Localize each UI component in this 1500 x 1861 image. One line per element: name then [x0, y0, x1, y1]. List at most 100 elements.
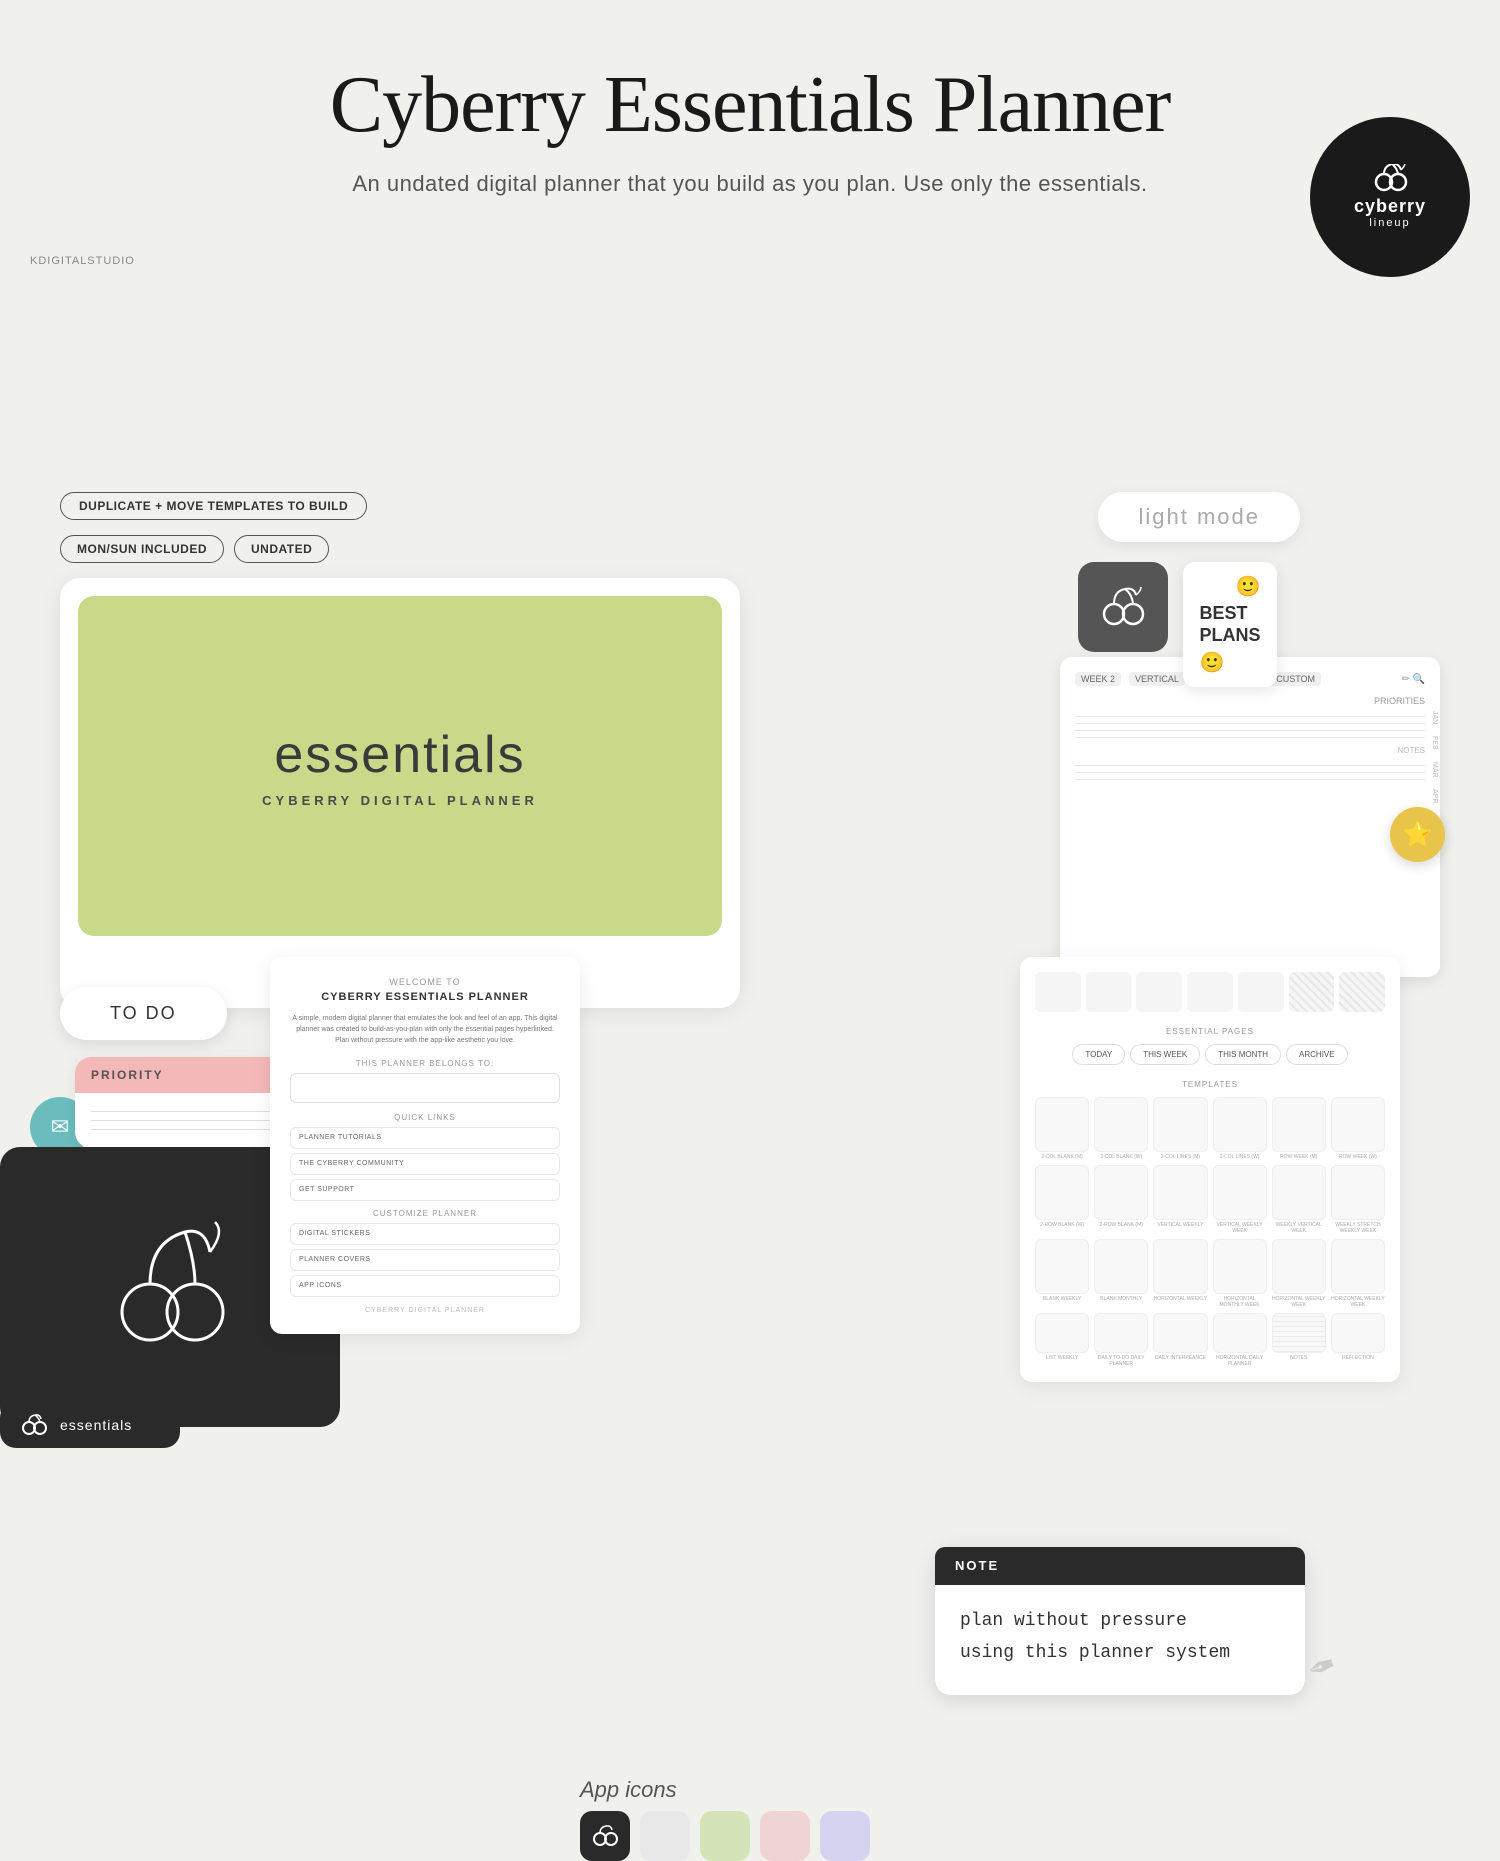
page-title: Cyberry Essentials Planner [20, 60, 1480, 151]
cherry-dark-icon [1098, 587, 1148, 627]
template-cell-inner [1331, 1239, 1385, 1294]
link-community: THE CYBERRY COMMUNITY [299, 1160, 404, 1167]
template-cell: 2-COL BLANK (W) [1094, 1097, 1148, 1160]
light-mode-pill: light mode [1098, 492, 1300, 542]
nav-cell [1035, 972, 1081, 1012]
content-area: DUPLICATE + MOVE TEMPLATES TO BUILD MON/… [0, 227, 1500, 307]
cherry-app-icon [591, 1825, 619, 1847]
mon-sun-tag: MON/SUN INCLUDED [60, 535, 224, 563]
template-cell-inner [1272, 1313, 1326, 1353]
nav-cell-pattern [1339, 972, 1385, 1012]
template-cell-inner [1213, 1165, 1267, 1220]
template-cell-inner [1213, 1313, 1267, 1353]
priority-line [91, 1129, 299, 1130]
template-cell-inner [1035, 1097, 1089, 1152]
link-support: GET SUPPORT [299, 1186, 354, 1193]
template-cell-inner [1272, 1097, 1326, 1152]
template-cell-inner [1331, 1097, 1385, 1152]
template-cell: DAILY TO-DO DAILY PLANNER [1094, 1313, 1148, 1367]
planner-cover-title: essentials [274, 725, 525, 785]
app-icon-4 [760, 1811, 810, 1861]
best-plans-text: BESTPLANS [1199, 603, 1260, 646]
cyberry-logo-icon [1373, 164, 1408, 192]
template-cell: 2-ROW BLANK (M) [1094, 1165, 1148, 1234]
nav-btn-month[interactable]: THIS MONTH [1205, 1044, 1281, 1065]
template-cell: VERTICAL WEEKLY [1153, 1165, 1207, 1234]
kdigital-label: KDIGITALSTUDIO [30, 255, 135, 267]
templates-label: TEMPLATES [1035, 1080, 1385, 1089]
template-cell-inner [1035, 1313, 1089, 1353]
cherry-outline-svg [95, 1212, 245, 1362]
planner-line [1075, 772, 1425, 773]
planner-line [1075, 723, 1425, 724]
belongs-label: THIS PLANNER BELONGS TO: [290, 1059, 560, 1068]
app-icons-label: App icons [580, 1777, 870, 1803]
note-line-2: using this planner system [960, 1637, 1280, 1669]
welcome-title: CYBERRY ESSENTIALS PLANNER [290, 991, 560, 1003]
cherry-small-icon [20, 1414, 48, 1436]
link-row-tutorials: PLANNER TUTORIALS [290, 1127, 560, 1149]
cyberry-logo-text: cyberry lineup [1354, 196, 1426, 231]
nav-month-grid [1035, 972, 1385, 1012]
template-cell-inner [1272, 1239, 1326, 1294]
link-row-appicons: APP ICONS [290, 1275, 560, 1297]
planner-line [1075, 779, 1425, 780]
digital-planner-footer: CYBERRY DIGITAL PLANNER [290, 1307, 560, 1314]
todo-card: TO DO [60, 987, 227, 1040]
quick-links-label: QUICK LINKS [290, 1113, 560, 1122]
template-cell: ROW WEEK (M) [1272, 1097, 1326, 1160]
template-cell: BLANK MONTHLY [1094, 1239, 1148, 1308]
smiley-icon: 🙂 [1236, 574, 1261, 599]
template-cell: ROW WEEK (W) [1331, 1097, 1385, 1160]
template-cell: NOTES [1272, 1313, 1326, 1367]
template-cell: DAILY INTERPEANCE [1153, 1313, 1207, 1367]
template-cell: BLANK WEEKLY [1035, 1239, 1089, 1308]
template-cell-inner [1153, 1165, 1207, 1220]
template-cell-inner [1331, 1313, 1385, 1353]
star-icon: ⭐ [1403, 820, 1433, 849]
link-app-icons: APP ICONS [299, 1282, 342, 1289]
template-cell-inner [1213, 1097, 1267, 1152]
template-cell-inner [1094, 1097, 1148, 1152]
nav-btn-archive[interactable]: ARCHIVE [1286, 1044, 1348, 1065]
planner-page-preview: WEEK 2 VERTICAL HORIZONTAL CUSTOM ✏ 🔍 PR… [1060, 657, 1440, 977]
planner-line [1075, 737, 1425, 738]
note-content: plan without pressure using this planner… [935, 1585, 1305, 1695]
link-covers: PLANNER COVERS [299, 1256, 371, 1263]
essential-pages-label: ESSENTIAL PAGES [1035, 1027, 1385, 1036]
planner-line [1075, 730, 1425, 731]
nav-buttons: TODAY THIS WEEK THIS MONTH ARCHIVE [1035, 1044, 1385, 1065]
cyberry-logo: cyberry lineup [1310, 117, 1470, 277]
planner-cover-section: DUPLICATE + MOVE TEMPLATES TO BUILD MON/… [60, 492, 740, 1008]
app-icons-section: App icons [580, 1777, 870, 1861]
belongs-to-section: THIS PLANNER BELONGS TO: [290, 1059, 560, 1103]
template-cell: 2-ROW BLANK (W) [1035, 1165, 1089, 1234]
quick-links-section: QUICK LINKS PLANNER TUTORIALS THE CYBERR… [290, 1113, 560, 1201]
template-cell: HORIZONTAL WEEKLY WEEK [1272, 1239, 1326, 1308]
template-cell-inner [1094, 1165, 1148, 1220]
nav-cell-pattern [1289, 972, 1335, 1012]
planner-cover-card: essentials CYBERRY DIGITAL PLANNER [60, 578, 740, 1008]
mail-icon: ✉ [51, 1114, 69, 1140]
nav-cell [1086, 972, 1132, 1012]
template-cell-inner [1331, 1165, 1385, 1220]
nav-cell [1238, 972, 1284, 1012]
template-cell-inner [1153, 1239, 1207, 1294]
template-cell: HORIZONTAL WEEKLY [1153, 1239, 1207, 1308]
tags-row: DUPLICATE + MOVE TEMPLATES TO BUILD [60, 492, 740, 520]
template-cell-inner [1213, 1239, 1267, 1294]
nav-btn-today[interactable]: TODAY [1072, 1044, 1125, 1065]
template-cell: WEEKLY VERTICAL WEEK [1272, 1165, 1326, 1234]
planner-cover-subtitle: CYBERRY DIGITAL PLANNER [262, 793, 538, 808]
template-cell-inner [1272, 1165, 1326, 1220]
duplicate-tag: DUPLICATE + MOVE TEMPLATES TO BUILD [60, 492, 367, 520]
template-cell: WEEKLY STRETCH WEEKLY WEEK [1331, 1165, 1385, 1234]
note-header: NOTE [935, 1547, 1305, 1585]
nav-btn-week[interactable]: THIS WEEK [1130, 1044, 1200, 1065]
star-badge: ⭐ [1390, 807, 1445, 862]
welcome-page: WELCOME TO CYBERRY ESSENTIALS PLANNER A … [270, 957, 580, 1334]
app-icon-5 [820, 1811, 870, 1861]
page-subtitle: An undated digital planner that you buil… [20, 171, 1480, 197]
note-header-text: NOTE [955, 1558, 999, 1573]
templates-grid-2: 2-ROW BLANK (W) 2-ROW BLANK (M) VERTICAL… [1035, 1165, 1385, 1234]
